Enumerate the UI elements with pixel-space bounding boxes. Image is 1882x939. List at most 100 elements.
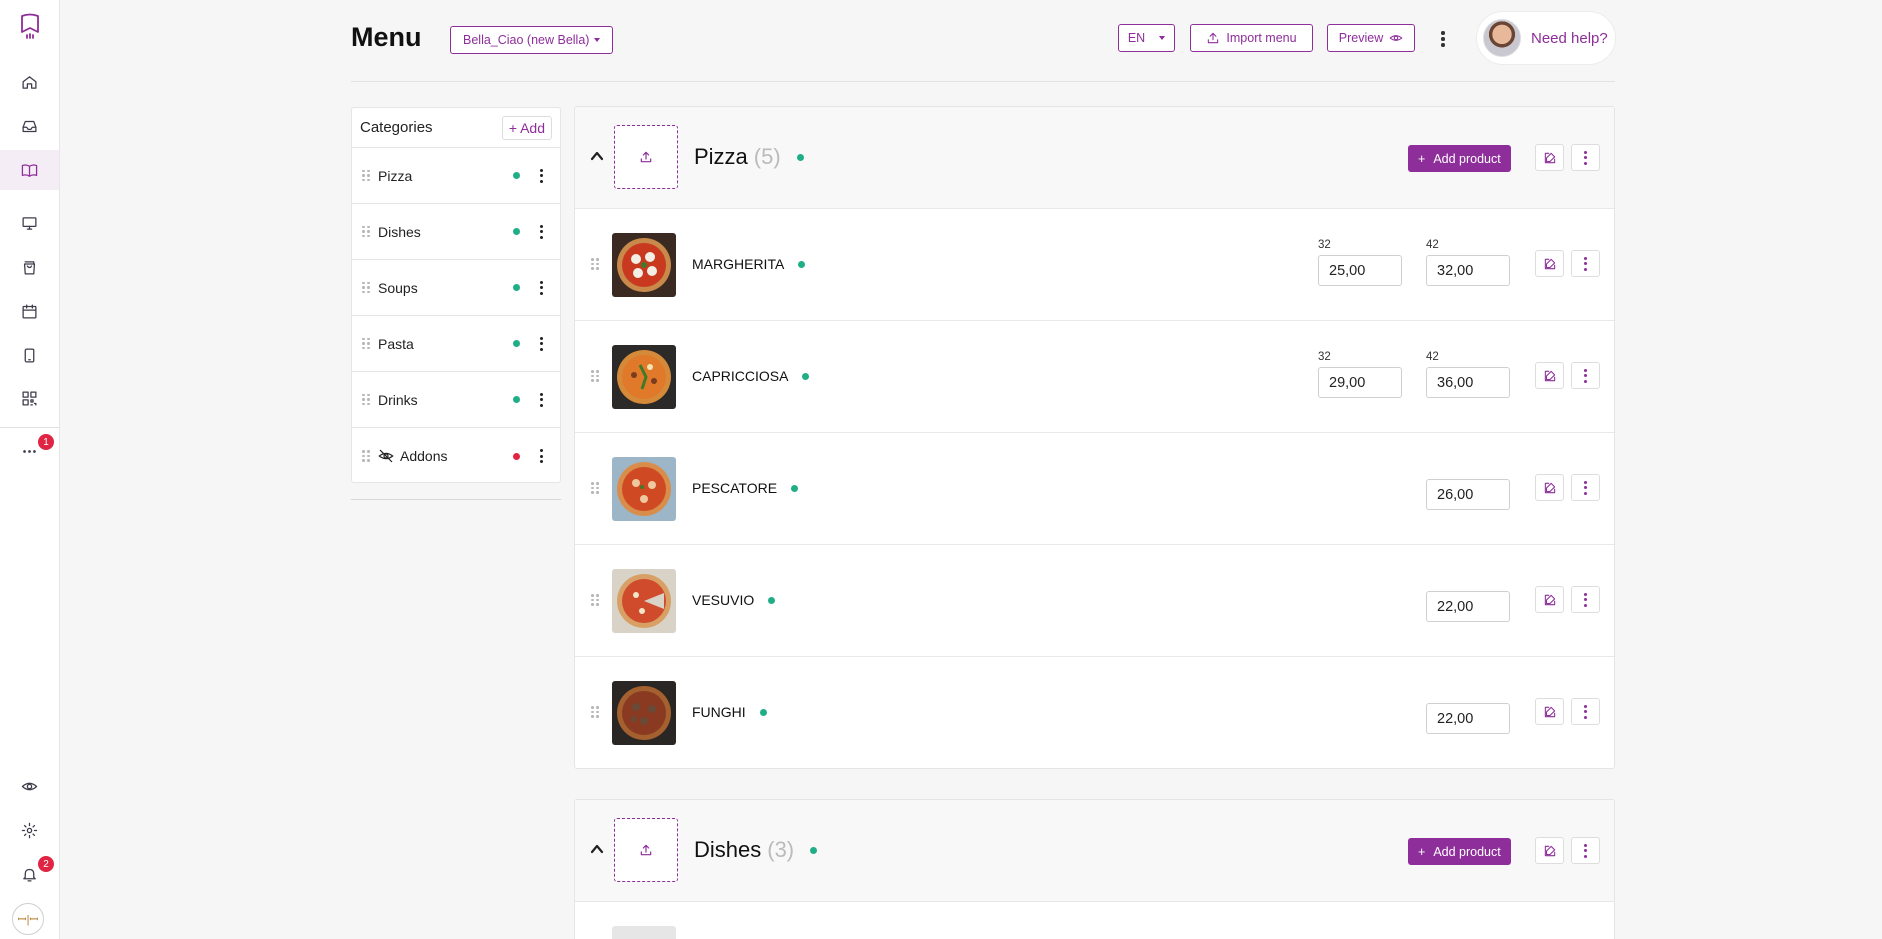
section-count: (3) <box>767 837 795 862</box>
chevron-up-icon[interactable] <box>590 149 604 163</box>
price-column: 22,00 <box>1426 703 1510 734</box>
eye-icon[interactable] <box>0 766 59 806</box>
phone-icon[interactable] <box>0 335 59 375</box>
drag-handle-icon[interactable] <box>362 225 370 238</box>
product-menu-button[interactable] <box>1571 362 1600 389</box>
add-product-button[interactable]: + Add product <box>1408 838 1511 865</box>
product-menu-button[interactable] <box>1571 586 1600 613</box>
category-menu-icon[interactable] <box>536 222 546 242</box>
more-vertical-icon <box>1584 480 1587 495</box>
shopping-bag-icon[interactable] <box>0 247 59 287</box>
edit-category-button[interactable] <box>1535 144 1564 171</box>
category-item-soups[interactable]: Soups <box>352 260 560 316</box>
product-name-wrap: FUNGHI <box>692 704 767 720</box>
preview-button[interactable]: Preview <box>1327 24 1415 52</box>
drag-handle-icon[interactable] <box>362 337 370 350</box>
product-image[interactable] <box>612 569 676 633</box>
category-image-upload[interactable] <box>614 125 678 189</box>
price-input[interactable]: 29,00 <box>1318 367 1402 398</box>
venue-select[interactable]: Bella_Ciao (new Bella) <box>450 26 614 54</box>
product-image[interactable] <box>612 926 676 939</box>
price-input[interactable]: 22,00 <box>1426 703 1510 734</box>
language-select[interactable]: EN <box>1118 24 1175 52</box>
product-image[interactable] <box>612 681 676 745</box>
product-menu-button[interactable] <box>1571 474 1600 501</box>
status-dot <box>513 172 520 179</box>
page-header: Menu Bella_Ciao (new Bella) EN Import me… <box>351 0 1616 82</box>
drag-handle-icon[interactable] <box>362 281 370 294</box>
venue-logo[interactable]: ꟷ|ꟷ <box>12 903 44 935</box>
product-row-vesuvio[interactable]: VESUVIO 22,00 <box>575 545 1614 657</box>
category-item-dishes[interactable]: Dishes <box>352 204 560 260</box>
edit-category-button[interactable] <box>1535 837 1564 864</box>
price-input[interactable]: 25,00 <box>1318 255 1402 286</box>
drag-handle-icon[interactable] <box>591 706 599 718</box>
status-dot <box>791 484 799 492</box>
more-vertical-icon <box>1584 150 1587 165</box>
home-icon[interactable] <box>0 62 59 102</box>
drag-handle-icon[interactable] <box>362 393 370 406</box>
price-input[interactable]: 32,00 <box>1426 255 1510 286</box>
product-image[interactable] <box>612 233 676 297</box>
drag-handle-icon[interactable] <box>591 370 599 382</box>
product-row-funghi[interactable]: FUNGHI 22,00 <box>575 657 1614 768</box>
drag-handle-icon[interactable] <box>591 594 599 606</box>
price-input[interactable]: 26,00 <box>1426 479 1510 510</box>
import-menu-button[interactable]: Import menu <box>1190 24 1313 52</box>
status-dot <box>802 372 810 380</box>
category-menu-icon[interactable] <box>536 166 546 186</box>
price-input[interactable]: 22,00 <box>1426 591 1510 622</box>
edit-product-button[interactable] <box>1535 474 1564 501</box>
venue-label: Bella_Ciao (new Bella) <box>463 33 590 47</box>
add-product-button[interactable]: + Add product <box>1408 145 1511 172</box>
chevron-up-icon[interactable] <box>590 842 604 856</box>
product-image[interactable] <box>612 457 676 521</box>
edit-icon <box>1544 845 1555 856</box>
help-button[interactable]: Need help? <box>1476 11 1616 65</box>
status-dot <box>798 260 806 268</box>
edit-product-button[interactable] <box>1535 250 1564 277</box>
category-label: Soups <box>378 279 418 296</box>
product-row-pescatore[interactable]: PESCATORE 26,00 <box>575 433 1614 545</box>
size-label: 42 <box>1426 351 1439 363</box>
price-column: 42 32,00 <box>1426 239 1510 286</box>
drag-handle-icon[interactable] <box>362 450 370 462</box>
product-row-margherita[interactable]: MARGHERITA 32 25,00 42 32,00 <box>575 209 1614 321</box>
category-menu-button[interactable] <box>1571 144 1600 171</box>
category-menu-icon[interactable] <box>536 278 546 298</box>
panel-divider <box>351 499 561 500</box>
drag-handle-icon[interactable] <box>362 169 370 182</box>
section-header: Pizza (5) + Add product <box>575 107 1614 209</box>
add-product-label: Add product <box>1433 844 1501 859</box>
product-row-capricciosa[interactable]: CAPRICCIOSA 32 29,00 42 36,00 <box>575 321 1614 433</box>
category-menu-icon[interactable] <box>536 390 546 410</box>
category-menu-icon[interactable] <box>536 334 546 354</box>
product-image[interactable] <box>612 345 676 409</box>
inbox-icon[interactable] <box>0 106 59 146</box>
category-menu-icon[interactable] <box>536 446 546 466</box>
more-badge: 1 <box>38 434 54 450</box>
drag-handle-icon[interactable] <box>591 258 599 270</box>
category-item-addons[interactable]: Addons <box>352 428 560 484</box>
logo-icon[interactable] <box>0 4 59 48</box>
category-image-upload[interactable] <box>614 818 678 882</box>
edit-product-button[interactable] <box>1535 586 1564 613</box>
price-input[interactable]: 36,00 <box>1426 367 1510 398</box>
price-column: 32 25,00 <box>1318 239 1402 286</box>
product-menu-button[interactable] <box>1571 698 1600 725</box>
category-item-pizza[interactable]: Pizza <box>352 148 560 204</box>
edit-product-button[interactable] <box>1535 698 1564 725</box>
menu-book-icon[interactable] <box>0 150 59 190</box>
settings-icon[interactable] <box>0 810 59 850</box>
monitor-icon[interactable] <box>0 203 59 243</box>
category-item-drinks[interactable]: Drinks <box>352 372 560 428</box>
more-options-icon[interactable] <box>1435 28 1451 50</box>
category-item-pasta[interactable]: Pasta <box>352 316 560 372</box>
calendar-icon[interactable] <box>0 291 59 331</box>
qr-code-icon[interactable] <box>0 378 59 418</box>
add-category-button[interactable]: + Add <box>501 115 552 140</box>
edit-product-button[interactable] <box>1535 362 1564 389</box>
product-menu-button[interactable] <box>1571 250 1600 277</box>
category-menu-button[interactable] <box>1571 837 1600 864</box>
drag-handle-icon[interactable] <box>591 482 599 494</box>
